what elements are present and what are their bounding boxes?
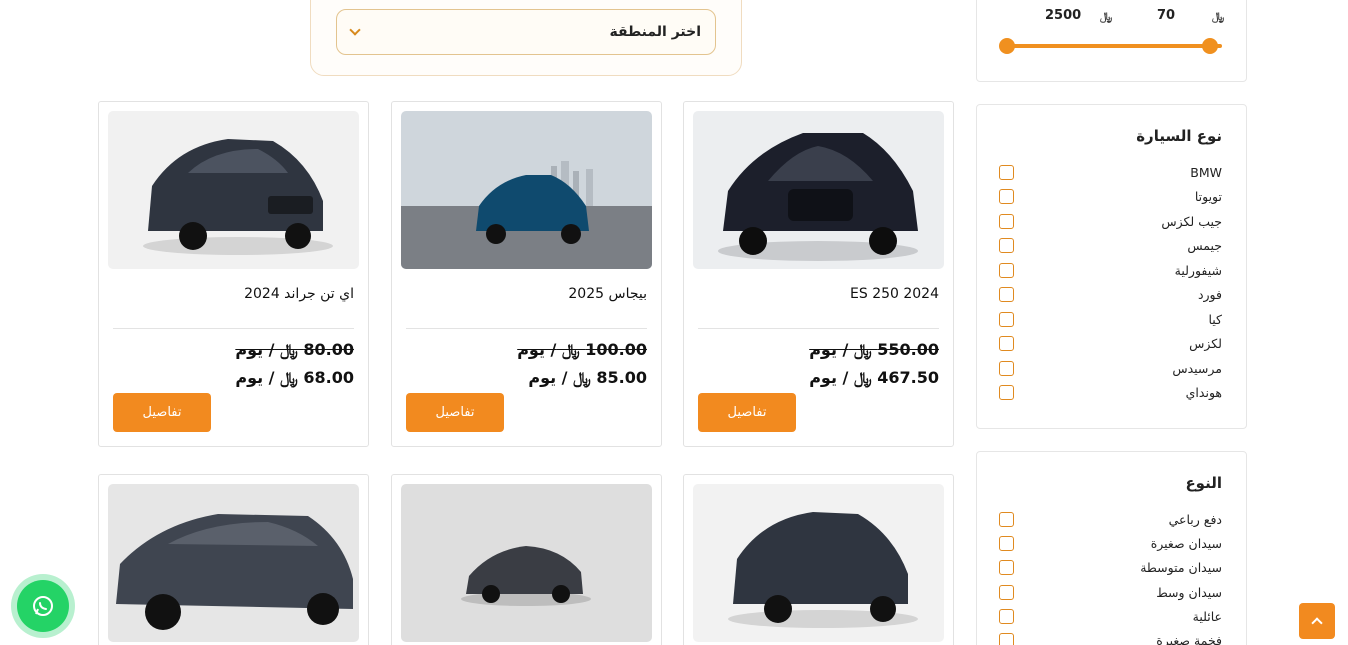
car-image xyxy=(401,111,652,269)
checkbox[interactable] xyxy=(999,535,1014,551)
car-type-filter-title: نوع السيارة xyxy=(1136,127,1222,145)
car-card[interactable]: اي تن جراند 2024 80.00 ﷼ / يوم 68.00 ﷼ /… xyxy=(98,101,369,447)
checkbox[interactable] xyxy=(999,188,1014,204)
kind-option[interactable]: عائلية xyxy=(999,606,1222,626)
details-button[interactable]: تفاصيل xyxy=(113,393,211,432)
checkbox[interactable] xyxy=(999,384,1014,400)
kind-filter-title: النوع xyxy=(1185,474,1222,492)
old-price: 80.00 ﷼ / يوم xyxy=(235,340,354,359)
car-type-filter-panel: نوع السيارة BMW تويوتا جيب لكزس جيمس شيف… xyxy=(976,104,1247,429)
price-range-max-handle[interactable] xyxy=(999,38,1015,54)
checkbox[interactable] xyxy=(999,286,1014,302)
car-card[interactable] xyxy=(683,474,954,645)
divider xyxy=(406,328,647,329)
kind-filter-panel: النوع دفع رباعي سيدان صغيرة سيدان متوسطة… xyxy=(976,451,1247,645)
price-min-value: 70 xyxy=(1157,8,1176,23)
car-image xyxy=(401,484,652,642)
checkbox[interactable] xyxy=(999,237,1014,253)
car-type-option[interactable]: كيا xyxy=(999,309,1222,329)
whatsapp-button[interactable] xyxy=(17,580,69,632)
checkbox[interactable] xyxy=(999,584,1014,600)
checkbox[interactable] xyxy=(999,632,1014,645)
car-card[interactable]: بيجاس 2025 100.00 ﷼ / يوم 85.00 ﷼ / يوم … xyxy=(391,101,662,447)
car-image xyxy=(108,484,359,642)
price-range-track xyxy=(1006,44,1222,48)
car-type-option[interactable]: BMW xyxy=(999,162,1222,182)
whatsapp-icon xyxy=(33,596,53,616)
checkbox[interactable] xyxy=(999,335,1014,351)
car-type-option[interactable]: مرسيدس xyxy=(999,358,1222,378)
checkbox[interactable] xyxy=(999,360,1014,376)
kind-option[interactable]: سيدان صغيرة xyxy=(999,533,1222,553)
car-type-option[interactable]: لكزس xyxy=(999,333,1222,353)
car-card[interactable] xyxy=(98,474,369,645)
riyal-icon: ﷼ xyxy=(1212,10,1225,23)
price-max-value: 2500 xyxy=(1045,8,1082,23)
old-price: 100.00 ﷼ / يوم xyxy=(517,340,647,359)
divider xyxy=(698,328,939,329)
car-type-option[interactable]: جيمس xyxy=(999,235,1222,255)
riyal-icon: ﷼ xyxy=(1100,10,1113,23)
kind-option[interactable]: دفع رباعي xyxy=(999,509,1222,529)
car-image xyxy=(693,484,944,642)
kind-option[interactable]: سيدان متوسطة xyxy=(999,557,1222,577)
kind-option[interactable]: فخمة صغيرة xyxy=(999,630,1222,645)
checkbox[interactable] xyxy=(999,559,1014,575)
details-button[interactable]: تفاصيل xyxy=(406,393,504,432)
region-select[interactable]: اختر المنطقة xyxy=(336,9,716,55)
chevron-down-icon xyxy=(349,24,361,36)
checkbox[interactable] xyxy=(999,311,1014,327)
chevron-up-icon xyxy=(1311,617,1323,629)
divider xyxy=(113,328,354,329)
car-type-option[interactable]: جيب لكزس xyxy=(999,211,1222,231)
checkbox[interactable] xyxy=(999,262,1014,278)
car-title: ES 250 2024 xyxy=(850,286,939,302)
checkbox[interactable] xyxy=(999,511,1014,527)
details-button[interactable]: تفاصيل xyxy=(698,393,796,432)
old-price: 550.00 ﷼ / يوم xyxy=(809,340,939,359)
scroll-top-button[interactable] xyxy=(1299,603,1335,639)
car-title: اي تن جراند 2024 xyxy=(244,286,354,302)
new-price: 467.50 ﷼ / يوم xyxy=(809,368,939,387)
checkbox[interactable] xyxy=(999,164,1014,180)
car-image xyxy=(693,111,944,269)
car-type-option[interactable]: تويوتا xyxy=(999,186,1222,206)
car-type-option[interactable]: فورد xyxy=(999,284,1222,304)
new-price: 85.00 ﷼ / يوم xyxy=(528,368,647,387)
car-type-option[interactable]: شيفورلية xyxy=(999,260,1222,280)
checkbox[interactable] xyxy=(999,608,1014,624)
checkbox[interactable] xyxy=(999,213,1014,229)
car-title: بيجاس 2025 xyxy=(568,286,647,302)
car-card[interactable]: ES 250 2024 550.00 ﷼ / يوم 467.50 ﷼ / يو… xyxy=(683,101,954,447)
new-price: 68.00 ﷼ / يوم xyxy=(235,368,354,387)
region-select-label: اختر المنطقة xyxy=(609,24,701,40)
car-card[interactable] xyxy=(391,474,662,645)
car-type-option[interactable]: هونداي xyxy=(999,382,1222,402)
price-range-min-handle[interactable] xyxy=(1202,38,1218,54)
car-image xyxy=(108,111,359,269)
kind-option[interactable]: سيدان وسط xyxy=(999,582,1222,602)
